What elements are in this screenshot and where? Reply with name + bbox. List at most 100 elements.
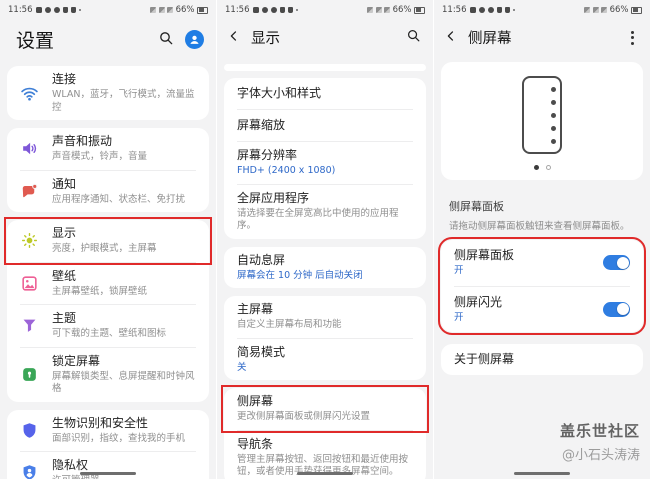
battery-icon <box>631 6 642 14</box>
edge-lighting-toggle[interactable] <box>603 301 630 317</box>
signal2-icon <box>601 7 608 13</box>
item-title: 壁纸 <box>52 268 77 283</box>
settings-group-connections: 连接 WLAN，蓝牙，飞行模式，流量监控 <box>7 66 209 120</box>
display-item-home-screen[interactable]: 主屏幕 自定义主屏幕布局和功能 <box>224 296 426 338</box>
item-title: 简易模式 <box>237 344 286 359</box>
signal2-icon <box>384 7 391 13</box>
more-notifications-dot <box>295 8 298 12</box>
settings-group-display: 显示 亮度，护眼模式，主屏幕 壁纸 主屏幕壁纸，锁屏壁纸 主题 可下载的主题、壁… <box>4 217 212 402</box>
display-group-home: 主屏幕 自定义主屏幕布局和功能 简易模式 关 <box>224 296 426 380</box>
edge-panels-toggle-row[interactable]: 侧屏幕面板 开 <box>441 240 643 286</box>
music-note-icon <box>70 7 76 13</box>
display-item-resolution[interactable]: 屏幕分辨率 FHD+ (2400 x 1080) <box>224 142 426 184</box>
speaker-icon <box>20 139 39 158</box>
home-indicator[interactable] <box>514 472 570 475</box>
item-title: 关于侧屏幕 <box>454 352 515 366</box>
account-avatar[interactable] <box>185 30 204 49</box>
display-item-screen-zoom[interactable]: 屏幕缩放 <box>224 110 426 141</box>
settings-item-wallpaper[interactable]: 壁纸 主屏幕壁纸，锁屏壁纸 <box>7 263 209 305</box>
page-title: 设置 <box>16 30 55 52</box>
display-item-fullscreen-apps[interactable]: 全屏应用程序 请选择要在全屏宽高比中使用的应用程序。 <box>224 185 426 239</box>
signal2-icon <box>167 7 174 13</box>
lock-icon <box>20 365 39 384</box>
home-indicator[interactable] <box>80 472 136 475</box>
search-icon[interactable] <box>158 30 174 50</box>
signal1-icon <box>375 7 382 13</box>
item-subtitle: 更改侧屏幕面板或侧屏闪光设置 <box>237 411 371 422</box>
settings-item-biometrics-security[interactable]: 生物识别和安全性 面部识别，指纹，查找我的手机 <box>7 410 209 452</box>
display-group-font-screen: 字体大小和样式 屏幕缩放 屏幕分辨率 FHD+ (2400 x 1080) 全屏 <box>224 78 426 239</box>
watermark-author: @小石头涛涛 <box>561 448 640 463</box>
more-options-icon[interactable] <box>627 29 638 47</box>
section-title: 侧屏幕面板 <box>449 200 504 213</box>
watermark: 盖乐世社区 @小石头涛涛 <box>560 420 640 463</box>
item-title: 屏幕缩放 <box>237 118 286 132</box>
display-item-screen-timeout[interactable]: 自动息屏 屏幕会在 10 分钟 后自动关闭 <box>224 247 426 289</box>
status-time: 11:56 <box>225 5 250 15</box>
item-title: 自动息屏 <box>237 252 286 267</box>
item-subtitle: 声音模式，铃声，音量 <box>52 151 148 162</box>
panel-settings: 11:56 66% 设置 连接 WLAN，蓝牙，飞行模式，流量监控 声音和振动 … <box>0 0 216 479</box>
edge-lighting-toggle-row[interactable]: 侧屏闪光 开 <box>441 287 643 333</box>
wifi-status-icon <box>584 7 591 13</box>
settings-item-sound[interactable]: 声音和振动 声音模式，铃声，音量 <box>7 128 209 170</box>
settings-item-notifications[interactable]: 通知 应用程序通知、状态栏、免打扰 <box>7 171 209 213</box>
battery-percent: 66% <box>392 5 412 15</box>
sun-icon <box>20 231 39 250</box>
display-group-edge-nav: 侧屏幕 更改侧屏幕面板或侧屏闪光设置 导航条 管理主屏幕按钮、返回按钮和最近使用… <box>221 385 429 479</box>
phone-icon <box>478 7 485 13</box>
item-subtitle: 自定义主屏幕布局和功能 <box>237 319 342 330</box>
settings-item-connections[interactable]: 连接 WLAN，蓝牙，飞行模式，流量监控 <box>7 66 209 120</box>
page-indicator[interactable] <box>533 165 551 170</box>
item-state: 开 <box>454 265 464 276</box>
music-note-icon <box>496 7 502 13</box>
signal1-icon <box>158 7 165 13</box>
back-icon[interactable] <box>227 28 241 47</box>
item-subtitle: 亮度，护眼模式，主屏幕 <box>52 243 157 254</box>
app-notification-icon <box>487 7 494 13</box>
settings-item-display[interactable]: 显示 亮度，护眼模式，主屏幕 <box>4 217 212 265</box>
display-item-easy-mode[interactable]: 简易模式 关 <box>224 339 426 381</box>
settings-group-security: 生物识别和安全性 面部识别，指纹，查找我的手机 隐私权 许可管理器 <box>7 409 209 479</box>
item-subtitle: 可下载的主题、壁纸和图标 <box>52 328 167 339</box>
display-item-edge-screen[interactable]: 侧屏幕 更改侧屏幕面板或侧屏闪光设置 <box>221 385 429 433</box>
battery-percent: 66% <box>609 5 629 15</box>
about-edge-card: 关于侧屏幕 <box>441 344 643 375</box>
edge-panels-toggle[interactable] <box>603 255 630 271</box>
battery-icon <box>197 6 208 14</box>
item-subtitle: 面部识别，指纹，查找我的手机 <box>52 432 186 444</box>
settings-header: 设置 <box>0 18 216 62</box>
panel-display: 11:56 66% 显示 字体大小和样式 屏幕缩放 屏幕分辨率 FHD+ (24… <box>217 0 433 479</box>
item-subtitle: 请选择要在全屏宽高比中使用的应用程序。 <box>237 207 399 232</box>
edge-header: 侧屏幕 <box>434 18 650 58</box>
search-icon[interactable] <box>406 28 421 47</box>
music-note-icon <box>62 7 68 13</box>
status-time: 11:56 <box>8 5 33 15</box>
item-title: 导航条 <box>237 436 274 451</box>
wallpaper-icon <box>20 274 39 293</box>
more-notifications-dot <box>78 8 81 12</box>
section-description: 请拖动侧屏幕面板触钮来查看侧屏幕面板。 <box>449 221 630 232</box>
display-item-font-size[interactable]: 字体大小和样式 <box>224 78 426 109</box>
page-dot-inactive[interactable] <box>545 165 551 170</box>
settings-item-lock-screen[interactable]: 锁定屏幕 屏幕解锁类型、息屏提醒和时钟风格 <box>7 348 209 402</box>
item-title: 显示 <box>52 226 77 240</box>
scrolled-card-remnant <box>224 64 426 71</box>
battery-icon <box>414 6 425 14</box>
item-title: 侧屏闪光 <box>454 294 503 309</box>
item-subtitle: WLAN，蓝牙，飞行模式，流量监控 <box>52 89 195 113</box>
about-edge-screen-item[interactable]: 关于侧屏幕 <box>441 344 643 375</box>
shield-person-icon <box>20 463 39 479</box>
phone-icon <box>261 7 268 13</box>
item-title: 主屏幕 <box>237 302 274 316</box>
item-title: 主题 <box>52 311 77 325</box>
page-title: 显示 <box>251 31 280 47</box>
item-value: FHD+ (2400 x 1080) <box>237 165 336 176</box>
item-title: 字体大小和样式 <box>237 86 322 100</box>
item-title: 侧屏幕 <box>237 394 274 408</box>
settings-item-themes[interactable]: 主题 可下载的主题、壁纸和图标 <box>7 305 209 347</box>
back-icon[interactable] <box>444 28 458 47</box>
home-indicator[interactable] <box>297 472 353 475</box>
page-dot-active[interactable] <box>533 165 539 170</box>
page-title: 侧屏幕 <box>468 31 512 47</box>
